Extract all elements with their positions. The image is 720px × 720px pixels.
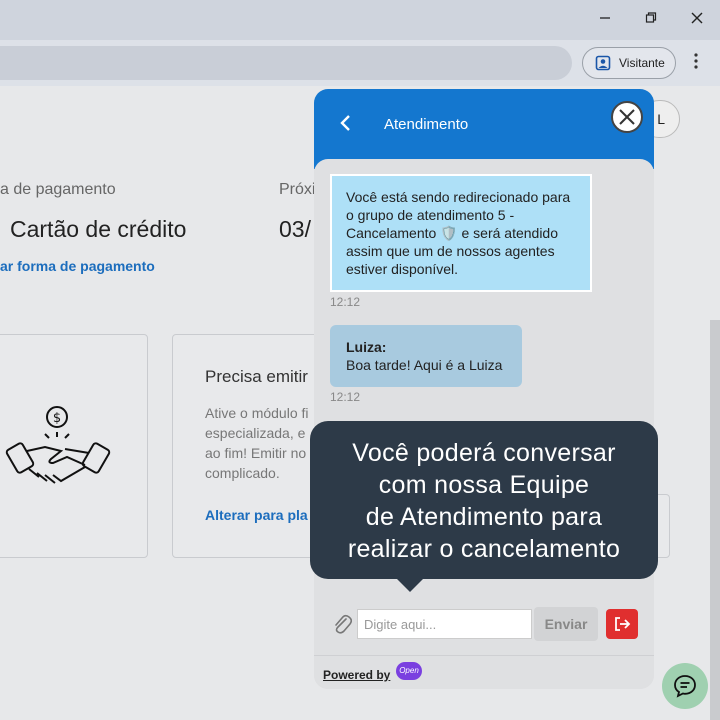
chat-composer: Enviar [314, 593, 654, 649]
agent-name: Luiza: [346, 339, 387, 355]
payment-method-label: a de pagamento [0, 181, 116, 198]
svg-text:$: $ [53, 411, 61, 426]
change-payment-link[interactable]: ar forma de pagamento [0, 258, 155, 274]
handshake-card: $ [0, 334, 148, 558]
invoice-card-text: Ative o módulo fi especializada, e ao fi… [205, 405, 309, 481]
next-charge-label: Próxi [279, 181, 316, 198]
tutorial-callout: Você poderá conversar com nossa Equipe d… [310, 421, 658, 579]
minimize-icon[interactable] [594, 10, 616, 30]
next-charge-value: 03/ [279, 216, 311, 242]
chat-title: Atendimento [384, 116, 469, 133]
menu-dots-icon[interactable] [686, 53, 706, 73]
invoice-card-title: Precisa emitir [205, 367, 308, 386]
chat-bubble-icon [674, 675, 696, 698]
message-time: 12:12 [330, 295, 361, 309]
system-message: Você está sendo redirecionado para o gru… [330, 174, 592, 292]
paperclip-icon[interactable] [332, 613, 353, 635]
chat-launcher-button[interactable] [662, 663, 708, 709]
profile-label: Visitante [619, 56, 665, 70]
brand-logo: Open [396, 662, 422, 680]
callout-arrow [396, 578, 424, 592]
chat-header: Atendimento [314, 89, 654, 169]
close-icon[interactable] [611, 101, 643, 133]
send-button[interactable]: Enviar [534, 607, 598, 641]
powered-by-footer: Powered by Open [314, 655, 654, 689]
agent-message-text: Boa tarde! Aqui é a Luiza [346, 357, 503, 373]
address-bar[interactable] [0, 46, 572, 80]
browser-toolbar: Visitante [0, 40, 720, 86]
close-window-icon[interactable] [686, 10, 708, 30]
back-arrow-icon[interactable] [338, 113, 354, 133]
message-time: 12:12 [330, 390, 361, 404]
restore-icon[interactable] [640, 10, 662, 30]
browser-titlebar [0, 0, 720, 40]
profile-icon [595, 55, 611, 71]
page-scrollbar[interactable] [710, 320, 720, 720]
agent-message: Luiza: Boa tarde! Aqui é a Luiza [330, 325, 522, 387]
powered-by-link[interactable]: Powered by [323, 668, 390, 682]
change-plan-link[interactable]: Alterar para pla [205, 507, 308, 523]
handshake-dollar-icon: $ [5, 406, 111, 484]
payment-method-value: Cartão de crédito [10, 216, 187, 242]
profile-button[interactable]: Visitante [582, 47, 676, 79]
chat-widget: Atendimento Você está sendo redirecionad… [314, 89, 654, 689]
leave-chat-icon [615, 617, 631, 631]
message-input[interactable] [357, 609, 532, 639]
leave-chat-button[interactable] [606, 609, 638, 639]
